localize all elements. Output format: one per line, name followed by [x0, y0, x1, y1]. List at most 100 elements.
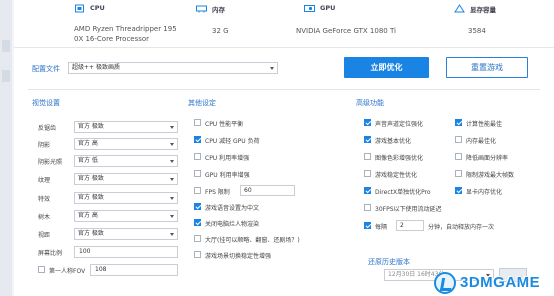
- checkbox-label: 声音声道定位强化: [375, 121, 424, 128]
- vram-icon: [454, 4, 465, 13]
- chevron-down-icon: [170, 178, 174, 181]
- other-settings-title: 其他设定: [188, 99, 216, 107]
- video-row-select[interactable]: 官方 极致: [74, 121, 178, 133]
- video-row-select[interactable]: 官方 高: [74, 210, 178, 222]
- memory-title: 内存: [212, 6, 225, 14]
- cpu-value-line2: 0X 16-Core Processor: [74, 35, 150, 43]
- checkbox-label: 游戏场景切换稳定性增强: [205, 253, 272, 260]
- video-row-select[interactable]: 官方 低: [74, 155, 178, 167]
- checkbox[interactable]: [194, 170, 201, 177]
- screen-ratio-label: 屏幕比例: [38, 250, 63, 257]
- checkbox[interactable]: [364, 119, 371, 126]
- gpu-info: GPU NVIDIA GeForce GTX 1080 Ti: [296, 0, 434, 44]
- checkbox[interactable]: [455, 170, 462, 177]
- fov-input[interactable]: 108: [90, 264, 178, 276]
- checkbox[interactable]: [364, 187, 371, 194]
- header-divider: [14, 47, 554, 48]
- checkbox[interactable]: [194, 203, 201, 210]
- checkbox[interactable]: [194, 187, 201, 194]
- select-value: 官方 高: [78, 212, 98, 219]
- chevron-down-icon: [170, 233, 174, 236]
- optimize-now-button[interactable]: 立即优化: [344, 57, 429, 78]
- chevron-down-icon: [170, 126, 174, 129]
- checkbox[interactable]: [364, 153, 371, 160]
- checkbox-label: CPU 利用率增强: [205, 155, 250, 162]
- restore-history-title: 还原历史版本: [368, 258, 410, 266]
- chevron-down-icon: [170, 160, 174, 163]
- checkbox[interactable]: [194, 119, 201, 126]
- checkbox-label: 显卡内存优化: [466, 189, 503, 196]
- fps-limit-input[interactable]: 60: [240, 185, 295, 196]
- checkbox-label: DirectX单独优化Pro: [375, 189, 431, 196]
- cpu-value: AMD Ryzen Threadripper 195 0X 16-Core Pr…: [74, 24, 177, 44]
- screen-ratio-input[interactable]: 100: [74, 246, 178, 258]
- checkbox-label: 内存最佳化: [466, 138, 497, 145]
- reset-game-button[interactable]: 重置游戏: [446, 57, 528, 78]
- fov-checkbox[interactable]: [38, 266, 45, 273]
- checkbox[interactable]: [364, 170, 371, 177]
- checkbox[interactable]: [364, 222, 371, 229]
- video-row-select[interactable]: 官方 极致: [74, 173, 178, 185]
- checkbox[interactable]: [194, 219, 201, 226]
- sidebar-block: [2, 40, 10, 52]
- checkbox[interactable]: [364, 136, 371, 143]
- checkbox-label: GPU 利用率增强: [205, 172, 250, 179]
- advanced-title: 高级功能: [356, 99, 384, 107]
- chevron-down-icon: [170, 215, 174, 218]
- chevron-down-icon: [170, 143, 174, 146]
- select-value: 官方 极致: [78, 175, 104, 182]
- select-value: 官方 极致: [78, 230, 104, 237]
- config-file-value: 超级++ 极致画质: [72, 64, 120, 71]
- video-row-select[interactable]: 官方 极致: [74, 228, 178, 240]
- checkbox-label: 游戏稳定性优化: [375, 172, 418, 179]
- watermark-text: 3DMGAME: [460, 274, 541, 291]
- chevron-down-icon: [170, 197, 174, 200]
- checkbox[interactable]: [194, 251, 201, 258]
- watermark: 3DMGAME: [434, 270, 554, 296]
- checkbox-label: 计算性能最佳: [466, 121, 503, 128]
- checkbox-label: 每隔: [375, 224, 388, 231]
- select-value: 官方 极致: [78, 123, 104, 130]
- checkbox[interactable]: [455, 153, 462, 160]
- video-row-select[interactable]: 官方 高: [74, 138, 178, 150]
- checkbox[interactable]: [455, 136, 462, 143]
- video-row-select[interactable]: 官方 极致: [74, 192, 178, 204]
- memory-release-interval-input[interactable]: 2: [396, 220, 424, 231]
- video-row-label: 树木: [38, 214, 51, 221]
- checkbox[interactable]: [455, 119, 462, 126]
- checkbox-label: FPS 限制: [205, 189, 230, 196]
- checkbox-label: CPU 性能平衡: [205, 121, 244, 128]
- vram-value: 3584: [468, 27, 486, 35]
- sidebar-block: [2, 70, 10, 82]
- config-file-label: 配置文件: [32, 65, 60, 73]
- checkbox-label: 30FPS以下使用流动延迟: [375, 206, 442, 213]
- vram-title: 显存容量: [470, 6, 496, 14]
- video-row-label: 特效: [38, 196, 51, 203]
- memory-value: 32 G: [212, 27, 229, 35]
- watermark-logo-icon: [434, 272, 456, 294]
- checkbox[interactable]: [194, 136, 201, 143]
- video-row-label: 阴影: [38, 142, 51, 149]
- checkbox-label: 大厅(挂可以顺略、翻窗、还剧场？): [205, 237, 300, 244]
- fov-label: 第一人称FOV: [49, 268, 86, 275]
- checkbox[interactable]: [194, 153, 201, 160]
- gpu-value: NVIDIA GeForce GTX 1080 Ti: [296, 27, 396, 35]
- vram-info: 显存容量 3584: [454, 0, 534, 44]
- select-value: 官方 高: [78, 140, 98, 147]
- cpu-title: CPU: [90, 4, 105, 12]
- video-row-label: 视距: [38, 232, 51, 239]
- video-row-label: 阴影光照: [38, 159, 63, 166]
- checkbox-label: 关闭电脑烂人物渲染: [205, 221, 260, 228]
- config-file-select[interactable]: 超级++ 极致画质: [68, 62, 278, 74]
- video-row-label: 纹理: [38, 177, 51, 184]
- video-settings-title: 视觉设置: [32, 99, 60, 107]
- video-row-label: 反锯齿: [38, 125, 57, 132]
- checkbox-label: 游戏基本优化: [375, 138, 412, 145]
- checkbox[interactable]: [194, 235, 201, 242]
- checkbox[interactable]: [455, 187, 462, 194]
- memory-info: 内存 32 G: [196, 0, 266, 44]
- select-value: 官方 极致: [78, 194, 104, 201]
- checkbox-label: 限制游戏最大帧数: [466, 172, 515, 179]
- gpu-title: GPU: [320, 4, 336, 12]
- checkbox[interactable]: [364, 204, 371, 211]
